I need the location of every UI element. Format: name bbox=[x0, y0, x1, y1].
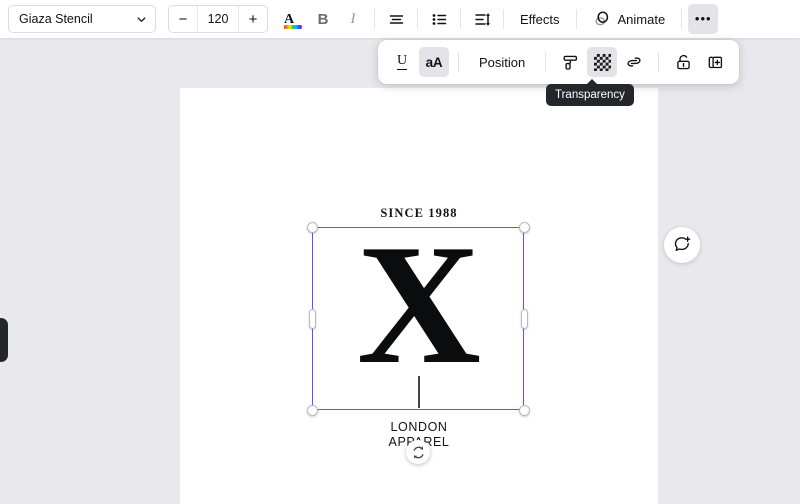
resize-handle-bottom-left[interactable] bbox=[306, 404, 318, 416]
text-cursor-caret bbox=[418, 376, 420, 408]
float-divider-2 bbox=[545, 52, 547, 72]
font-size-increase-button[interactable]: + bbox=[239, 6, 267, 32]
letter-case-button[interactable]: aA bbox=[419, 47, 449, 77]
more-options-button[interactable]: ••• bbox=[688, 4, 719, 34]
resize-handle-top-right[interactable] bbox=[518, 221, 530, 233]
top-toolbar: Giaza Stencil − 120 + A B I Effects Anim… bbox=[0, 0, 800, 38]
color-gradient-bar bbox=[284, 24, 302, 29]
effects-label: Effects bbox=[520, 11, 560, 27]
transparency-icon bbox=[593, 53, 611, 71]
font-size-stepper: − 120 + bbox=[168, 5, 268, 33]
resize-handle-right[interactable] bbox=[520, 308, 528, 329]
position-label: Position bbox=[479, 54, 526, 70]
rotate-handle[interactable] bbox=[406, 440, 430, 464]
toolbar-divider-5 bbox=[575, 9, 577, 29]
resize-handle-bottom-right[interactable] bbox=[518, 404, 530, 416]
text-color-button[interactable]: A bbox=[278, 4, 308, 34]
underline-icon: U bbox=[396, 53, 408, 70]
font-size-input[interactable]: 120 bbox=[197, 6, 239, 32]
lock-button[interactable] bbox=[668, 47, 698, 77]
letter-case-icon: aA bbox=[425, 54, 443, 70]
monogram-text[interactable]: X bbox=[180, 219, 658, 391]
bold-button[interactable]: B bbox=[308, 4, 338, 34]
floating-format-toolbar: U aA Position bbox=[378, 40, 740, 84]
toolbar-divider-3 bbox=[460, 9, 461, 29]
font-family-value: Giaza Stencil bbox=[19, 12, 93, 26]
toolbar-divider-4 bbox=[503, 9, 504, 29]
app-root: Giaza Stencil − 120 + A B I Effects Anim… bbox=[0, 0, 800, 504]
chevron-down-icon bbox=[136, 14, 147, 25]
align-button[interactable] bbox=[381, 4, 411, 34]
color-paint-button[interactable] bbox=[555, 47, 585, 77]
align-center-icon bbox=[388, 11, 405, 28]
toolbar-divider-1 bbox=[374, 9, 375, 29]
float-divider-3 bbox=[658, 52, 660, 72]
collapse-panel-handle[interactable] bbox=[0, 318, 8, 362]
bullet-list-button[interactable] bbox=[424, 4, 454, 34]
font-size-decrease-button[interactable]: − bbox=[169, 6, 197, 32]
lock-icon bbox=[674, 53, 693, 72]
animate-label: Animate bbox=[617, 11, 666, 27]
animate-button[interactable]: Animate bbox=[583, 4, 676, 34]
ellipsis-icon: ••• bbox=[694, 11, 712, 26]
add-comment-icon bbox=[672, 235, 692, 255]
transparency-tooltip: Transparency bbox=[546, 79, 634, 106]
link-icon bbox=[624, 52, 644, 72]
toolbar-divider-6 bbox=[681, 9, 683, 29]
italic-button[interactable]: I bbox=[338, 4, 368, 34]
text-color-icon: A bbox=[284, 10, 302, 29]
toolbar-divider-2 bbox=[417, 9, 418, 29]
effects-button[interactable]: Effects bbox=[510, 4, 570, 34]
duplicate-button[interactable] bbox=[700, 47, 730, 77]
italic-icon: I bbox=[350, 10, 356, 27]
add-comment-button[interactable] bbox=[664, 227, 700, 263]
paint-roller-icon bbox=[561, 53, 580, 72]
font-family-select[interactable]: Giaza Stencil bbox=[8, 5, 156, 33]
float-divider-1 bbox=[458, 52, 459, 72]
animate-icon bbox=[593, 10, 611, 28]
rotate-icon bbox=[411, 445, 426, 460]
link-button[interactable] bbox=[619, 47, 649, 77]
duplicate-icon bbox=[706, 53, 725, 72]
bullet-list-icon bbox=[431, 11, 448, 28]
transparency-button[interactable] bbox=[587, 47, 618, 77]
position-button[interactable]: Position bbox=[468, 47, 536, 77]
bold-icon: B bbox=[317, 10, 329, 28]
resize-handle-left[interactable] bbox=[308, 308, 316, 329]
line-spacing-button[interactable] bbox=[467, 4, 497, 34]
tagline-bottom-line-1: LONDON bbox=[390, 420, 448, 434]
resize-handle-top-left[interactable] bbox=[306, 221, 318, 233]
underline-button[interactable]: U bbox=[387, 47, 417, 77]
line-spacing-icon bbox=[474, 11, 491, 28]
